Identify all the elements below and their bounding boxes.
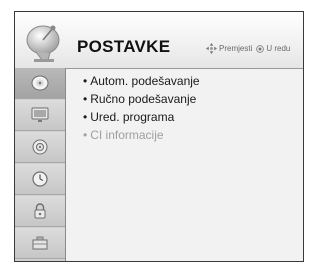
satellite-dish-icon	[31, 75, 49, 91]
tab-lock[interactable]	[15, 196, 65, 227]
tab-time[interactable]	[15, 164, 65, 195]
menu-item-label: Autom. podešavanje	[90, 74, 200, 88]
tab-setup[interactable]	[15, 68, 65, 99]
menu-bullet: •	[83, 74, 88, 88]
ok-button-icon	[256, 44, 265, 53]
speaker-icon	[32, 139, 48, 155]
menu-item-ci-information: • CI informacije	[83, 126, 200, 144]
menu-bullet: •	[83, 128, 88, 142]
navigation-hints: Premjesti U redu	[206, 43, 290, 54]
settings-window: POSTAVKE Premjesti U redu • Autom. podeš…	[14, 11, 304, 262]
menu-item-label: CI informacije	[90, 128, 164, 142]
move-hint-label: Premjesti	[219, 44, 253, 53]
settings-menu: • Autom. podešavanje • Ručno podešavanje •…	[83, 72, 200, 144]
tab-picture[interactable]	[15, 100, 65, 131]
header-bar: POSTAVKE Premjesti U redu	[15, 12, 303, 69]
monitor-icon	[31, 107, 49, 122]
page-title: POSTAVKE	[77, 37, 171, 56]
category-sidebar	[15, 68, 66, 261]
menu-item-label: Ured. programa	[90, 110, 175, 124]
ok-hint-label: U redu	[266, 44, 291, 53]
menu-item-label: Ručno podešavanje	[90, 92, 197, 106]
clock-icon	[32, 171, 48, 187]
menu-bullet: •	[83, 110, 88, 124]
tab-audio[interactable]	[15, 132, 65, 163]
menu-item-programme-edit[interactable]: • Ured. programa	[83, 108, 200, 126]
menu-bullet: •	[83, 92, 88, 106]
menu-item-auto-tuning[interactable]: • Autom. podešavanje	[83, 72, 200, 90]
options-icon	[32, 236, 48, 250]
satellite-dish-icon	[26, 25, 60, 62]
tab-options[interactable]	[15, 228, 65, 259]
menu-item-manual-tuning[interactable]: • Ručno podešavanje	[83, 90, 200, 108]
dpad-icon	[206, 43, 217, 54]
lock-icon	[34, 203, 46, 219]
